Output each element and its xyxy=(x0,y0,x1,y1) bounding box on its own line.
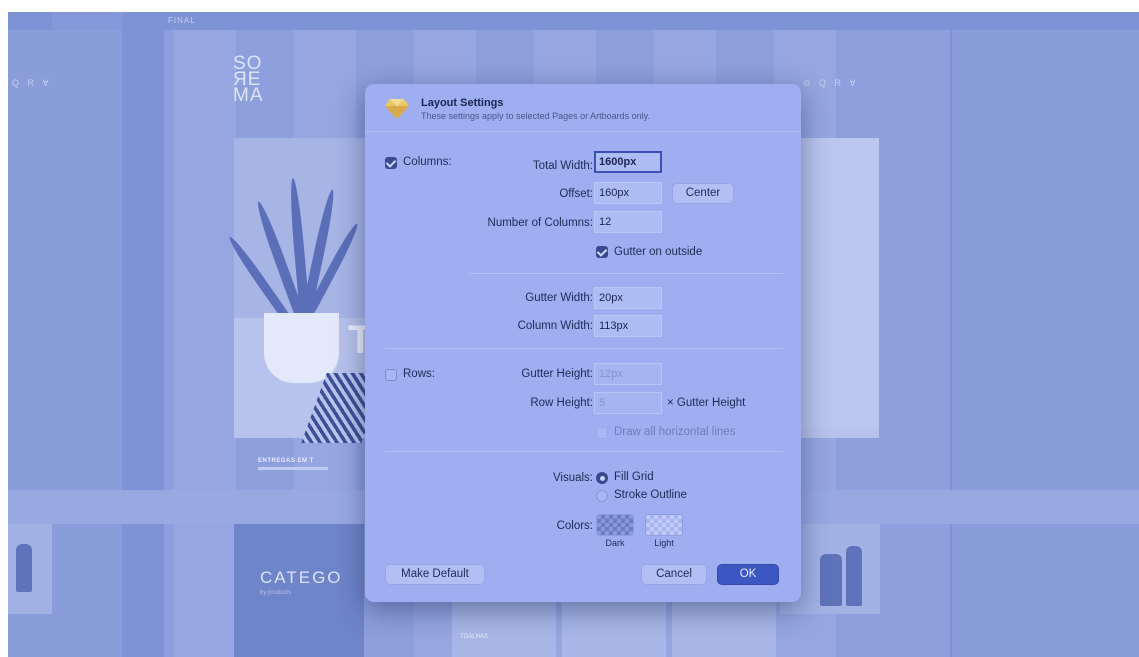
dialog-header: Layout Settings These settings apply to … xyxy=(365,84,801,132)
gutter-outside-checkbox[interactable] xyxy=(596,246,608,258)
row-height-label: Row Height: xyxy=(530,397,593,409)
visuals-label: Visuals: xyxy=(552,472,593,484)
strip-title: ENTREGAS EM T xyxy=(258,458,314,464)
adjacent-artboard-right xyxy=(952,30,1139,657)
stroke-outline-radio[interactable] xyxy=(596,490,608,502)
right-artboard-icons: ⊖ Q R ∀ xyxy=(803,78,859,88)
product-photo-left xyxy=(8,524,52,614)
section-divider xyxy=(385,348,783,349)
rows-checkbox[interactable] xyxy=(385,369,397,381)
bottle-shape xyxy=(16,544,32,592)
offset-input[interactable]: 160px xyxy=(594,182,662,204)
gutter-height-input[interactable]: 12px xyxy=(594,363,662,385)
cancel-button[interactable]: Cancel xyxy=(641,564,707,585)
dialog-title: Layout Settings xyxy=(421,97,504,109)
row-height-input[interactable]: 5 xyxy=(594,392,662,414)
offset-label: Offset: xyxy=(559,188,593,200)
ok-button[interactable]: OK xyxy=(717,564,779,585)
fill-grid-radio[interactable] xyxy=(596,472,608,484)
column-width-input[interactable]: 113px xyxy=(594,315,662,337)
brand-logo: SO ЯE MA xyxy=(233,53,264,106)
gutter-height-label: Gutter Height: xyxy=(521,368,593,380)
gutter-width-input[interactable]: 20px xyxy=(594,287,662,309)
light-color-swatch[interactable] xyxy=(645,514,683,536)
artboard-name[interactable]: FINAL xyxy=(168,16,196,25)
section-divider xyxy=(385,451,783,452)
sketch-diamond-icon xyxy=(385,99,409,119)
row-height-suffix: × Gutter Height xyxy=(667,397,746,409)
category-subtitle: by products xyxy=(260,590,292,596)
dialog-subtitle: These settings apply to selected Pages o… xyxy=(421,111,650,121)
dark-color-swatch[interactable] xyxy=(596,514,634,536)
number-of-columns-label: Number of Columns: xyxy=(487,217,593,229)
gutter-width-label: Gutter Width: xyxy=(525,292,593,304)
columns-checkbox[interactable] xyxy=(385,157,397,169)
column-width-label: Column Width: xyxy=(517,320,593,332)
total-width-input[interactable]: 1600px xyxy=(594,151,662,173)
category-title: CATEGO xyxy=(260,568,343,587)
colors-label: Colors: xyxy=(556,520,593,532)
dark-swatch-label: Dark xyxy=(605,538,625,548)
number-of-columns-input[interactable]: 12 xyxy=(594,211,662,233)
category-banner xyxy=(234,524,364,657)
center-button[interactable]: Center xyxy=(672,183,734,204)
layout-settings-dialog: Layout Settings These settings apply to … xyxy=(365,84,801,602)
draw-lines-label: Draw all horizontal lines xyxy=(614,426,736,438)
draw-lines-checkbox[interactable] xyxy=(596,427,608,439)
columns-label: Columns: xyxy=(403,156,452,168)
thumb-label: TOALHAS xyxy=(460,634,488,640)
stroke-outline-label: Stroke Outline xyxy=(614,489,687,501)
gutter-outside-label: Gutter on outside xyxy=(614,246,703,258)
section-divider xyxy=(469,273,783,274)
total-width-label: Total Width: xyxy=(532,160,593,172)
bottle-shape xyxy=(820,554,842,606)
rows-label: Rows: xyxy=(403,368,435,380)
light-swatch-label: Light xyxy=(654,538,674,548)
left-artboard-icons: Q R ∀ xyxy=(12,78,52,88)
bottle-shape xyxy=(846,546,862,606)
grid-column xyxy=(174,30,236,657)
fill-grid-label: Fill Grid xyxy=(614,471,654,483)
strip-subtitle xyxy=(258,467,328,470)
make-default-button[interactable]: Make Default xyxy=(385,564,485,585)
